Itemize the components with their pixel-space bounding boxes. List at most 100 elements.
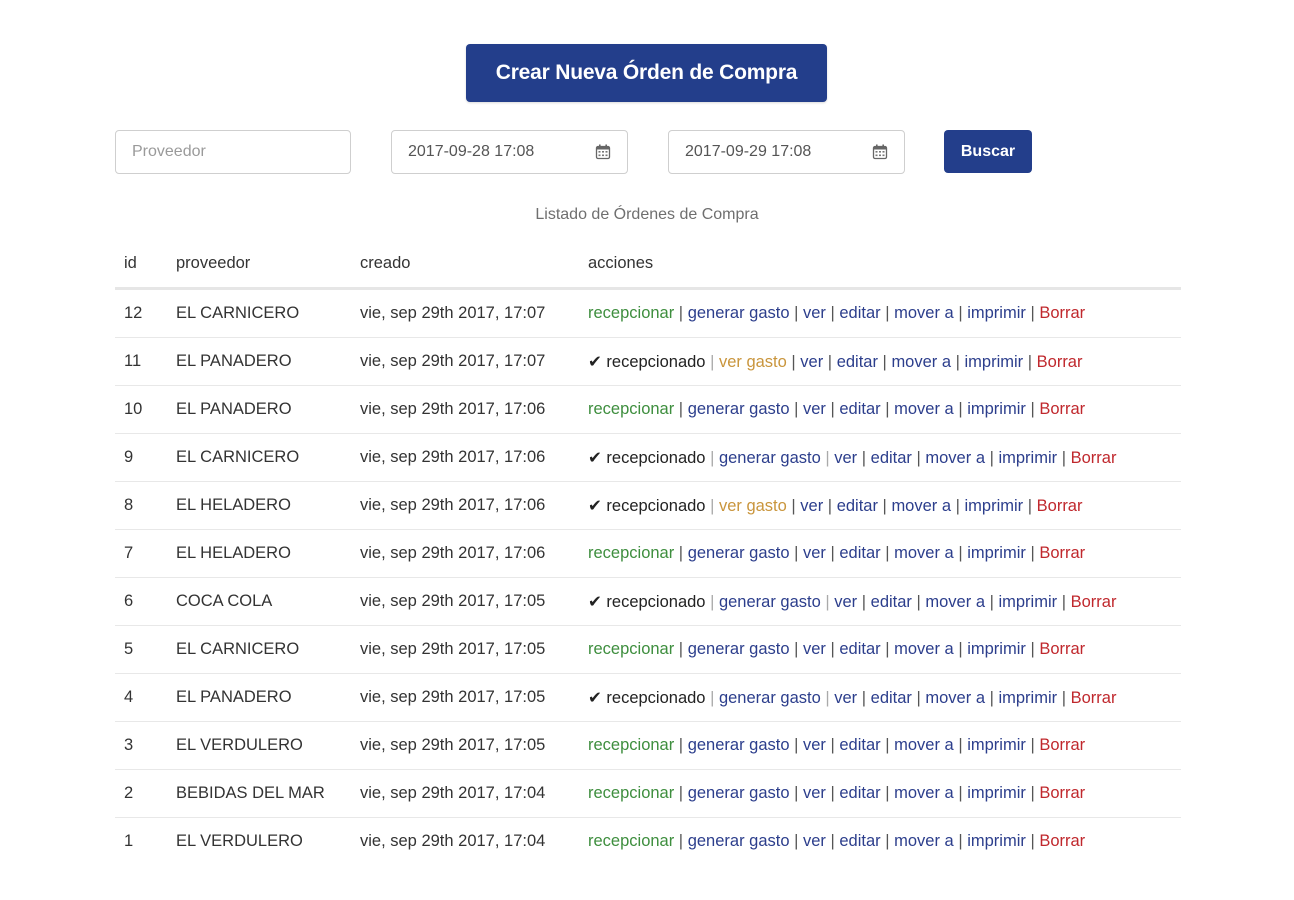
print-link[interactable]: imprimir [998,593,1057,611]
move-to-link[interactable]: mover a [894,832,954,850]
print-link[interactable]: imprimir [967,784,1026,802]
action-separator: | [786,352,801,371]
generate-expense-link[interactable]: generar gasto [688,784,790,802]
action-separator: | [1025,640,1040,658]
move-to-link[interactable]: mover a [891,353,951,371]
print-link[interactable]: imprimir [967,544,1026,562]
receive-link[interactable]: recepcionar [588,400,674,418]
edit-link[interactable]: editar [839,736,880,754]
cell-supplier: EL CARNICERO [167,288,351,338]
delete-link[interactable]: Borrar [1071,449,1117,467]
delete-link[interactable]: Borrar [1039,640,1085,658]
view-link[interactable]: ver [834,689,857,707]
generate-expense-link[interactable]: generar gasto [688,400,790,418]
move-to-link[interactable]: mover a [894,400,954,418]
print-link[interactable]: imprimir [998,449,1057,467]
receive-link[interactable]: recepcionar [588,544,674,562]
supplier-search-field[interactable] [115,130,351,174]
print-link[interactable]: imprimir [967,304,1026,322]
delete-link[interactable]: Borrar [1037,497,1083,515]
view-expense-link[interactable]: ver gasto [719,497,787,515]
move-to-link[interactable]: mover a [894,304,954,322]
move-to-link[interactable]: mover a [894,784,954,802]
action-separator: | [877,496,892,515]
date-from-field[interactable]: 2017-09-28 17:08 [391,130,628,174]
delete-link[interactable]: Borrar [1039,400,1085,418]
print-link[interactable]: imprimir [967,736,1026,754]
print-link[interactable]: imprimir [998,689,1057,707]
edit-link[interactable]: editar [839,640,880,658]
delete-link[interactable]: Borrar [1039,784,1085,802]
date-to-field[interactable]: 2017-09-29 17:08 [668,130,905,174]
edit-link[interactable]: editar [839,400,880,418]
delete-link[interactable]: Borrar [1039,736,1085,754]
action-separator: | [1023,496,1037,515]
view-link[interactable]: ver [803,736,826,754]
view-link[interactable]: ver [800,353,823,371]
receive-link[interactable]: recepcionar [588,784,674,802]
generate-expense-link[interactable]: generar gasto [688,544,790,562]
view-link[interactable]: ver [834,449,857,467]
move-to-link[interactable]: mover a [894,736,954,754]
generate-expense-link[interactable]: generar gasto [719,449,821,467]
move-to-link[interactable]: mover a [925,689,985,707]
view-link[interactable]: ver [803,640,826,658]
receive-link[interactable]: recepcionar [588,304,674,322]
edit-link[interactable]: editar [837,497,878,515]
view-link[interactable]: ver [834,593,857,611]
edit-link[interactable]: editar [839,832,880,850]
delete-link[interactable]: Borrar [1071,593,1117,611]
delete-link[interactable]: Borrar [1039,544,1085,562]
edit-link[interactable]: editar [871,689,912,707]
delete-link[interactable]: Borrar [1071,689,1117,707]
view-expense-link[interactable]: ver gasto [719,353,787,371]
delete-link[interactable]: Borrar [1037,353,1083,371]
print-link[interactable]: imprimir [967,640,1026,658]
print-link[interactable]: imprimir [965,353,1024,371]
calendar-icon[interactable] [872,144,888,160]
table-caption: Listado de Órdenes de Compra [535,206,759,223]
generate-expense-link[interactable]: generar gasto [719,689,821,707]
move-to-link[interactable]: mover a [925,449,985,467]
received-status: ✔ recepcionado [588,448,706,467]
generate-expense-link[interactable]: generar gasto [688,832,790,850]
cell-id: 1 [124,832,134,850]
action-separator: | [705,352,719,371]
edit-link[interactable]: editar [871,593,912,611]
action-separator: | [825,640,840,658]
generate-expense-link[interactable]: generar gasto [688,304,790,322]
move-to-link[interactable]: mover a [894,640,954,658]
move-to-link[interactable]: mover a [891,497,951,515]
edit-link[interactable]: editar [839,544,880,562]
search-button[interactable]: Buscar [944,130,1032,173]
create-purchase-order-button[interactable]: Crear Nueva Órden de Compra [466,44,827,102]
delete-link[interactable]: Borrar [1039,832,1085,850]
print-link[interactable]: imprimir [967,400,1026,418]
view-link[interactable]: ver [803,304,826,322]
move-to-link[interactable]: mover a [925,593,985,611]
edit-link[interactable]: editar [837,353,878,371]
edit-link[interactable]: editar [871,449,912,467]
receive-link[interactable]: recepcionar [588,640,674,658]
generate-expense-link[interactable]: generar gasto [688,736,790,754]
delete-link[interactable]: Borrar [1039,304,1085,322]
view-link[interactable]: ver [803,784,826,802]
generate-expense-link[interactable]: generar gasto [719,593,821,611]
view-link[interactable]: ver [800,497,823,515]
view-link[interactable]: ver [803,544,826,562]
supplier-input[interactable] [132,143,334,161]
move-to-link[interactable]: mover a [894,544,954,562]
cell-supplier: EL VERDULERO [167,721,351,770]
print-link[interactable]: imprimir [967,832,1026,850]
cell-id: 5 [115,625,167,674]
view-link[interactable]: ver [803,400,826,418]
edit-link[interactable]: editar [839,304,880,322]
calendar-icon[interactable] [595,144,611,160]
generate-expense-link[interactable]: generar gasto [688,640,790,658]
view-link[interactable]: ver [803,832,826,850]
receive-link[interactable]: recepcionar [588,832,674,850]
print-link[interactable]: imprimir [965,497,1024,515]
receive-link[interactable]: recepcionar [588,736,674,754]
table-row: 7 EL HELADERO vie, sep 29th 2017, 17:06 rec… [115,529,1181,578]
edit-link[interactable]: editar [839,784,880,802]
